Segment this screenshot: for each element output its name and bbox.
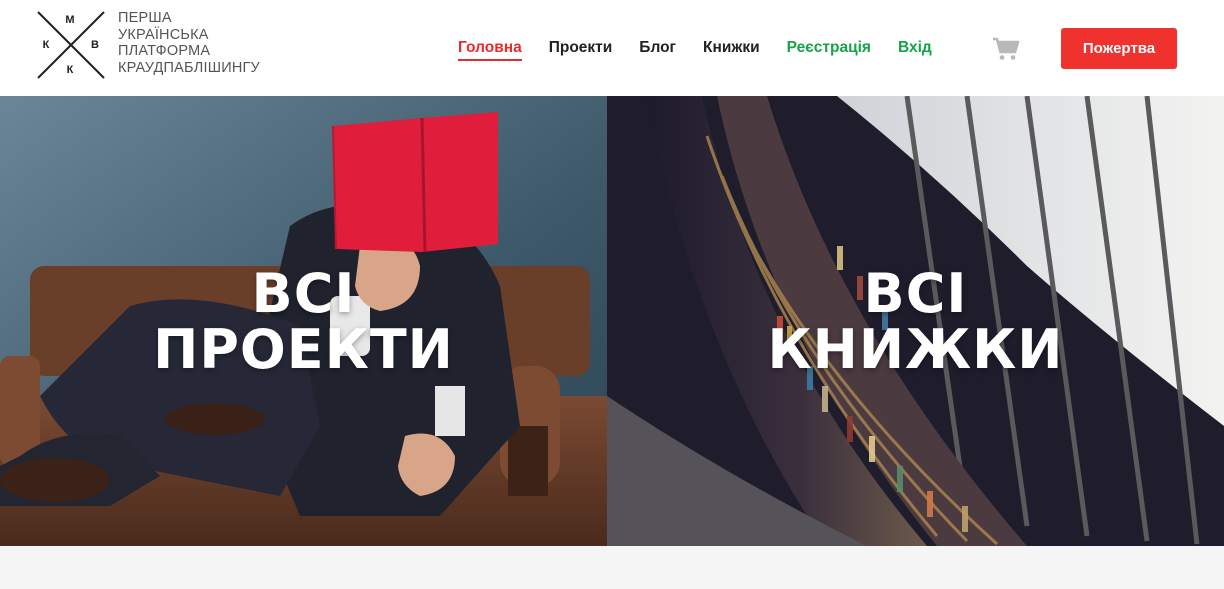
nav-item-blog[interactable]: Блог — [639, 38, 676, 59]
donate-button[interactable]: Пожертва — [1061, 28, 1177, 69]
main-nav: Головна Проекти Блог Книжки Реєстрація В… — [458, 38, 959, 62]
panel-title-line: ПРОЕКТИ — [153, 318, 454, 381]
logo-line: КРАУДПАБЛІШИНГУ — [118, 59, 260, 76]
nav-item-register[interactable]: Реєстрація — [787, 38, 871, 59]
logo-letter-right: В — [91, 39, 99, 51]
logo-letter-top: М — [65, 14, 75, 26]
nav-item-books[interactable]: Книжки — [703, 38, 760, 59]
shopping-cart-icon[interactable] — [992, 36, 1020, 62]
site-logo[interactable]: М К В К ПЕРША УКРАЇНСЬКА ПЛАТФОРМА КРАУД… — [36, 10, 276, 80]
site-header: М К В К ПЕРША УКРАЇНСЬКА ПЛАТФОРМА КРАУД… — [0, 0, 1224, 96]
logo-letter-left: К — [42, 39, 50, 51]
nav-item-login[interactable]: Вхід — [898, 38, 932, 59]
panel-title-line: КНИЖКИ — [767, 318, 1064, 381]
nav-item-home[interactable]: Головна — [458, 38, 522, 61]
logo-line: УКРАЇНСЬКА — [118, 26, 209, 43]
nav-item-projects[interactable]: Проекти — [549, 38, 613, 59]
logo-tagline: ПЕРША УКРАЇНСЬКА ПЛАТФОРМА КРАУДПАБЛІШИН… — [118, 10, 288, 76]
hero-section: ВСІ ПРОЕКТИ ВСІ КНИЖКИ — [0, 96, 1224, 546]
logo-line: ПЕРША — [118, 10, 172, 26]
all-projects-panel[interactable]: ВСІ ПРОЕКТИ — [0, 96, 607, 546]
all-books-panel[interactable]: ВСІ КНИЖКИ — [607, 96, 1224, 546]
logo-line: ПЛАТФОРМА — [118, 43, 211, 59]
all-projects-heading: ВСІ ПРОЕКТИ — [0, 266, 607, 378]
panel-title-line: ВСІ — [863, 262, 968, 325]
logo-cross-mark-icon: М К В К — [36, 10, 106, 80]
logo-letter-bottom: К — [66, 64, 74, 76]
all-books-heading: ВСІ КНИЖКИ — [607, 266, 1224, 378]
page-bottom-strip — [0, 546, 1224, 589]
panel-title-line: ВСІ — [251, 262, 356, 325]
